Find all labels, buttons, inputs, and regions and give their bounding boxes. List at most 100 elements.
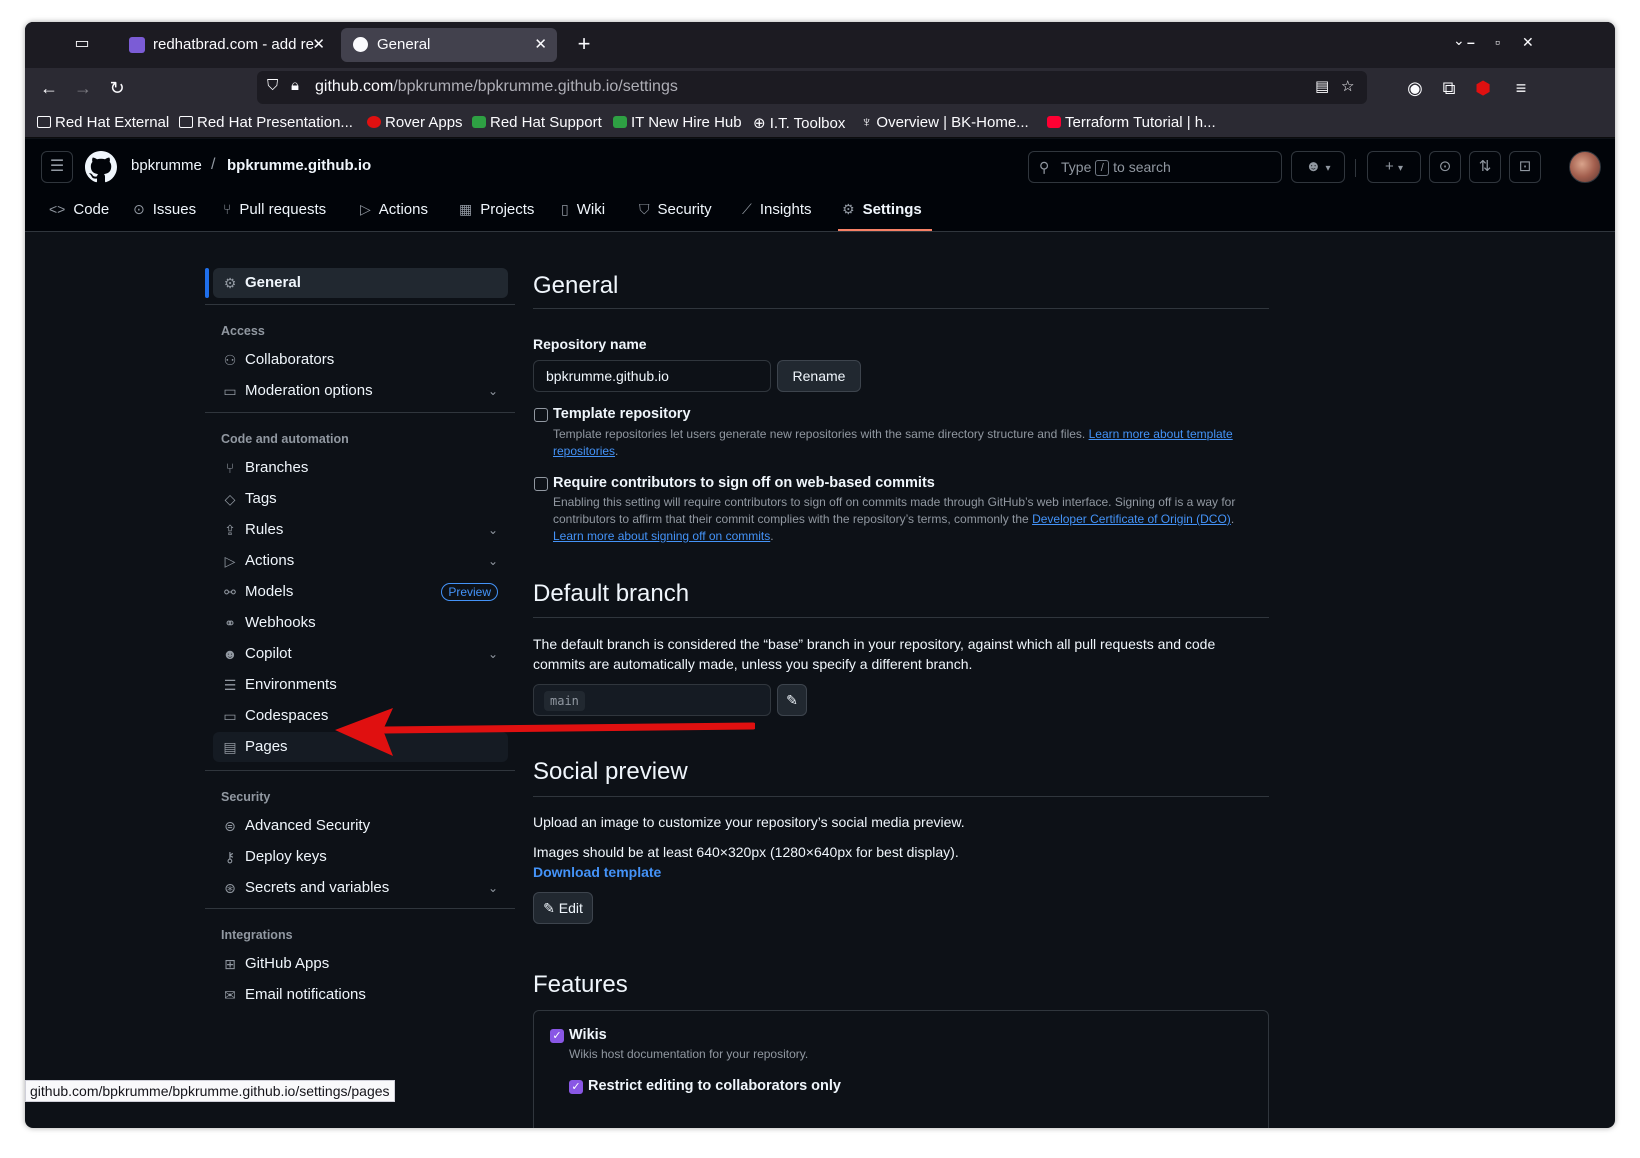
section-divider — [533, 308, 1269, 309]
github-logo-icon[interactable] — [85, 151, 117, 183]
repo-name-input[interactable]: bpkrumme.github.io — [533, 360, 771, 392]
forward-arrow-icon[interactable]: → — [71, 76, 95, 100]
template-repository-checkbox[interactable] — [534, 408, 548, 422]
edit-social-preview-button[interactable]: ✎ Edit — [533, 892, 593, 924]
sidebar-item-label: Models — [245, 583, 294, 600]
edit-default-branch-button[interactable]: ✎ — [777, 684, 807, 716]
url-bar[interactable]: ⛉ 🔒︎ github.com/bpkrumme/bpkrumme.github… — [257, 71, 1367, 104]
wikis-title: Wikis — [569, 1027, 607, 1043]
sidebar-item-label: Tags — [245, 490, 277, 507]
repo-owner-link[interactable]: bpkrumme — [131, 157, 202, 174]
bookmark-red-hat-external[interactable]: Red Hat External — [37, 114, 169, 131]
url-text[interactable]: github.com/bpkrumme/bpkrumme.github.io/s… — [315, 78, 678, 96]
sidebar-item-label: Actions — [245, 552, 295, 569]
browser-tab-1[interactable]: redhatbrad.com - add re ✕ — [117, 28, 335, 62]
tab-pull-requests[interactable]: ⑂ Pull requests — [223, 201, 326, 218]
redhat-icon — [367, 116, 381, 128]
window-close-icon[interactable]: ✕ — [1522, 34, 1534, 51]
maximize-icon[interactable]: ▫ — [1495, 34, 1500, 50]
account-icon[interactable]: ◉ — [1403, 76, 1427, 100]
sidebar-item-models[interactable]: ⚯ Models Preview — [213, 577, 508, 607]
sidebar-item-github-apps[interactable]: ⊞ GitHub Apps — [213, 949, 508, 979]
tab-settings[interactable]: ⚙ Settings — [842, 201, 922, 218]
close-tab-icon[interactable]: ✕ — [534, 28, 547, 62]
bk-home-icon: ♆ — [861, 114, 873, 131]
shield-icon[interactable]: ⛉ — [267, 77, 278, 94]
sidebar-item-advanced-security[interactable]: ⊜ Advanced Security — [213, 811, 508, 841]
sidebar-item-tags[interactable]: ◇ Tags — [213, 484, 508, 514]
reload-icon[interactable]: ↻ — [105, 76, 129, 100]
dco-link[interactable]: Developer Certificate of Origin (DCO) — [1032, 512, 1231, 526]
codescan-icon: ⊜ — [224, 818, 236, 834]
minimize-icon[interactable]: – — [1467, 34, 1475, 50]
sidebar-item-copilot[interactable]: ☻ Copilot ⌄ — [213, 639, 508, 669]
close-tab-icon[interactable]: ✕ — [312, 28, 325, 62]
tab-insights[interactable]: ⟋ Insights — [742, 201, 812, 218]
learn-more-signoff-link[interactable]: Learn more about signing off on commits — [553, 529, 770, 543]
tab-actions[interactable]: ▷ Actions — [360, 201, 428, 218]
sidebar-item-webhooks[interactable]: ⚭ Webhooks — [213, 608, 508, 638]
bookmark-it-new-hire-hub[interactable]: IT New Hire Hub — [613, 114, 742, 131]
browser-tab-2[interactable]: General ✕ — [341, 28, 557, 62]
menu-icon[interactable]: ≡ — [1509, 76, 1533, 100]
sidebar-item-actions[interactable]: ▷ Actions ⌄ — [213, 546, 508, 576]
sidebar-item-label: Branches — [245, 459, 309, 476]
tab-issues[interactable]: ⊙ Issues — [133, 201, 196, 218]
search-input[interactable]: ⚲ Type / to search — [1028, 151, 1282, 183]
restrict-editing-checkbox[interactable]: ✓ — [569, 1080, 583, 1094]
plus-icon: + — [1385, 158, 1394, 175]
wikis-checkbox[interactable]: ✓ — [550, 1029, 564, 1043]
sidebar-item-email-notifications[interactable]: ✉ Email notifications — [213, 980, 508, 1010]
sidebar-item-secrets-variables[interactable]: ⊛ Secrets and variables ⌄ — [213, 873, 508, 903]
repo-name-link[interactable]: bpkrumme.github.io — [227, 157, 371, 174]
bookmark-rover-apps[interactable]: Rover Apps — [367, 114, 463, 131]
search-icon: ⚲ — [1039, 159, 1050, 175]
lock-icon[interactable]: 🔒︎ — [291, 77, 299, 94]
tab-wiki[interactable]: ▯ Wiki — [561, 201, 605, 218]
settings-main: General Repository name bpkrumme.github.… — [533, 232, 1273, 1128]
rename-button[interactable]: Rename — [777, 360, 861, 392]
reader-view-icon[interactable]: ▤ — [1315, 77, 1329, 95]
copilot-button[interactable]: ☻ ▾ — [1291, 151, 1345, 183]
sidebar-item-label: Moderation options — [245, 382, 373, 399]
bookmark-overview[interactable]: ♆ Overview | BK-Home... — [861, 114, 1029, 131]
signoff-checkbox[interactable] — [534, 477, 548, 491]
sidebar-group-security: Security — [221, 790, 271, 804]
sidebar-item-moderation-options[interactable]: ▭ Moderation options ⌄ — [213, 376, 508, 406]
bookmark-it-toolbox[interactable]: ⊕ I.T. Toolbox — [753, 114, 845, 132]
download-template-link[interactable]: Download template — [533, 862, 661, 882]
tab-projects[interactable]: ▦ Projects — [459, 201, 534, 218]
bookmark-terraform-tutorial[interactable]: Terraform Tutorial | h... — [1047, 114, 1216, 131]
ublock-icon[interactable]: ⬢ — [1471, 76, 1495, 100]
bookmark-red-hat-presentation[interactable]: Red Hat Presentation... — [179, 114, 353, 131]
tab-code[interactable]: <> Code — [49, 201, 109, 218]
tab-overview-icon[interactable]: ▭ — [70, 32, 94, 56]
list-tabs-chevron-icon[interactable]: ⌄ — [1453, 32, 1465, 49]
pull-requests-button[interactable]: ⇅ — [1469, 151, 1501, 183]
chevron-down-icon: ▾ — [1397, 163, 1403, 174]
social-preview-size-note: Images should be at least 640×320px (128… — [533, 844, 959, 860]
bookmark-star-icon[interactable]: ☆ — [1341, 77, 1354, 95]
avatar[interactable] — [1569, 151, 1601, 183]
issues-button[interactable]: ⊙ — [1429, 151, 1461, 183]
tab-security[interactable]: ⛉ Security — [639, 201, 712, 218]
inbox-button[interactable]: ⊡ — [1509, 151, 1541, 183]
new-tab-button[interactable]: + — [571, 32, 597, 58]
hamburger-menu-button[interactable]: ☰ — [41, 151, 73, 183]
chevron-down-icon: ▾ — [1325, 163, 1331, 174]
sidebar-item-deploy-keys[interactable]: ⚷ Deploy keys — [213, 842, 508, 872]
bookmark-label: Red Hat External — [55, 114, 170, 131]
sidebar-item-branches[interactable]: ⑂ Branches — [213, 453, 508, 483]
back-arrow-icon[interactable]: ← — [37, 76, 61, 100]
bookmark-red-hat-support[interactable]: Red Hat Support — [472, 114, 602, 131]
sidebar-item-rules[interactable]: ⇪ Rules ⌄ — [213, 515, 508, 545]
sidebar-item-environments[interactable]: ☰ Environments — [213, 670, 508, 700]
gear-icon: ⚙ — [223, 275, 237, 291]
sidebar-item-general[interactable]: ⚙ General — [213, 268, 508, 298]
tab-label: Settings — [862, 201, 922, 218]
extensions-icon[interactable]: ⧉ — [1437, 76, 1461, 100]
sidebar-item-collaborators[interactable]: ⚇ Collaborators — [213, 345, 508, 375]
wikis-desc: Wikis host documentation for your reposi… — [569, 1047, 809, 1061]
active-indicator — [205, 268, 209, 298]
create-new-button[interactable]: + ▾ — [1367, 151, 1421, 183]
